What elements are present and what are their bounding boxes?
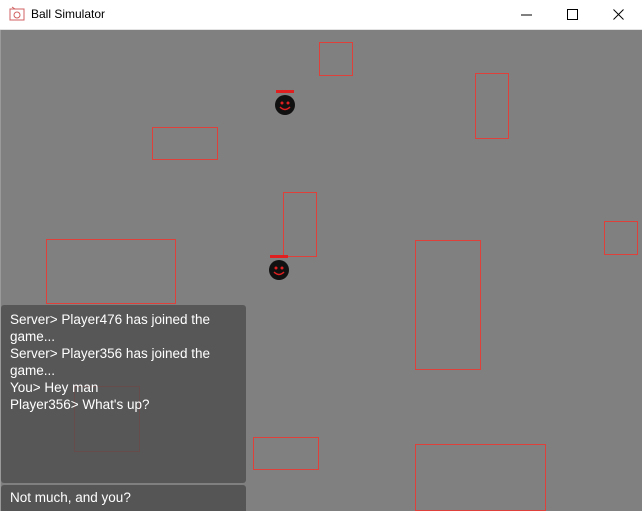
obstacle (152, 127, 218, 160)
obstacle (319, 42, 353, 76)
obstacle (283, 192, 317, 257)
obstacle (46, 239, 176, 304)
obstacle (604, 221, 638, 255)
chat-log: Server> Player476 has joined the game...… (1, 305, 246, 483)
chat-message: Player356> What's up? (10, 397, 150, 412)
player-ball (273, 89, 297, 119)
ball-simulator-app-icon (9, 6, 25, 22)
close-icon (613, 9, 624, 20)
chat-input[interactable]: Not much, and you? (1, 485, 246, 511)
chat-message: Server> Player356 has joined the game... (10, 346, 211, 378)
maximize-button[interactable] (550, 0, 596, 30)
minimize-button[interactable] (504, 0, 550, 30)
minimize-icon (521, 14, 532, 16)
player-ball (267, 254, 291, 284)
obstacle (415, 444, 546, 511)
window-title: Ball Simulator (31, 7, 106, 21)
obstacle (415, 240, 481, 370)
maximize-icon (567, 9, 578, 20)
window-titlebar: Ball Simulator (0, 0, 642, 30)
obstacle (253, 437, 319, 470)
chat-message: Server> Player476 has joined the game... (10, 312, 211, 344)
close-button[interactable] (596, 0, 642, 30)
obstacle (475, 73, 509, 139)
chat-message: You> Hey man (10, 380, 99, 395)
